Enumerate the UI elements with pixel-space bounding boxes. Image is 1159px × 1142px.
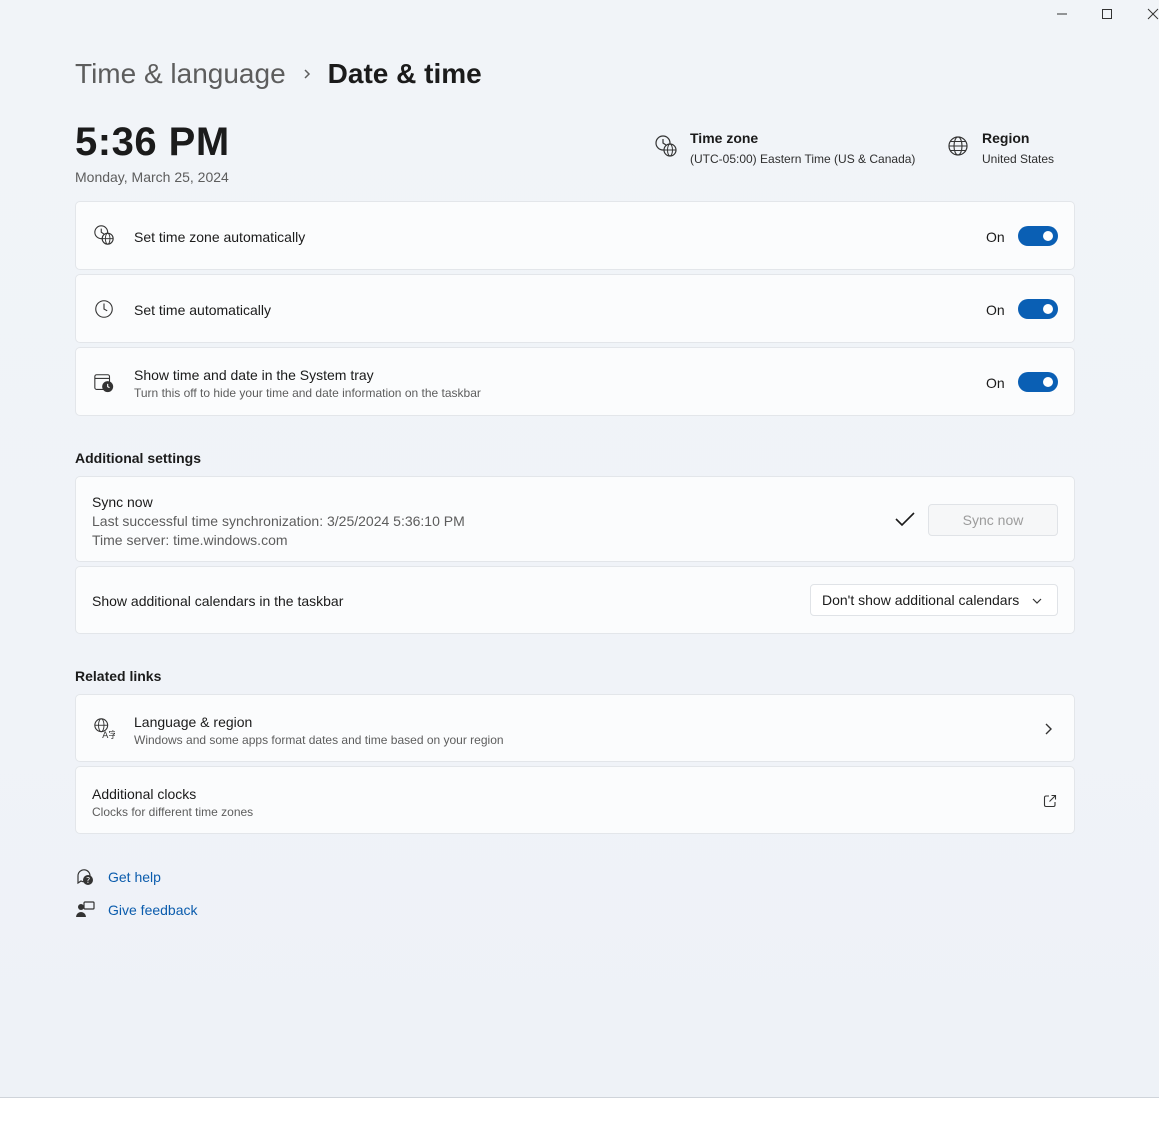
setting-card-time-zone-auto[interactable]: Set time zone automatically On	[75, 201, 1075, 270]
clock-icon	[95, 300, 113, 318]
region-info[interactable]: Region United States	[946, 130, 1054, 166]
toggle-state: On	[986, 229, 1005, 245]
maximize-button[interactable]	[1084, 0, 1130, 28]
breadcrumb: Time & language Date & time	[75, 54, 482, 94]
related-link-sublabel: Clocks for different time zones	[92, 805, 254, 819]
related-links-heading: Related links	[75, 668, 162, 684]
sync-label: Sync now	[92, 494, 153, 510]
language-icon: A字	[94, 718, 115, 739]
feedback-icon	[76, 901, 95, 917]
time-server-text: Time server: time.windows.com	[92, 532, 288, 548]
give-feedback-text: Give feedback	[108, 902, 198, 918]
chevron-right-icon	[1045, 723, 1052, 735]
external-link-icon	[1043, 794, 1057, 808]
toggle-state: On	[986, 375, 1005, 391]
region-title: Region	[982, 130, 1030, 146]
time-zone-info[interactable]: Time zone (UTC-05:00) Eastern Time (US &…	[654, 130, 915, 166]
sync-now-button[interactable]: Sync now	[928, 504, 1058, 536]
give-feedback-link[interactable]: Give feedback	[75, 900, 198, 920]
minimize-icon	[1057, 13, 1067, 15]
get-help-link[interactable]: ? Get help	[75, 867, 161, 887]
svg-text:A字: A字	[102, 729, 115, 739]
maximize-icon	[1102, 9, 1112, 19]
calendar-clock-icon	[94, 374, 114, 393]
additional-calendars-card: Show additional calendars in the taskbar…	[75, 566, 1075, 634]
calendars-selected: Don't show additional calendars	[822, 592, 1020, 608]
clock-globe-icon	[655, 135, 677, 157]
setting-label: Set time zone automatically	[134, 229, 306, 245]
setting-card-time-auto[interactable]: Set time automatically On	[75, 274, 1075, 343]
time-zone-auto-toggle[interactable]	[1018, 226, 1058, 246]
checkmark-icon	[895, 512, 915, 527]
setting-sublabel: Turn this off to hide your time and date…	[134, 386, 481, 400]
time-auto-toggle[interactable]	[1018, 299, 1058, 319]
time-zone-title: Time zone	[690, 130, 759, 146]
region-value: United States	[982, 152, 1055, 166]
settings-window: Time & language Date & time 5:36 PM Mond…	[0, 0, 1159, 1098]
additional-clocks-link[interactable]: Additional clocks Clocks for different t…	[75, 766, 1075, 834]
current-time: 5:36 PM	[75, 120, 230, 164]
setting-card-system-tray[interactable]: Show time and date in the System tray Tu…	[75, 347, 1075, 416]
toggle-state: On	[986, 302, 1005, 318]
breadcrumb-parent[interactable]: Time & language	[75, 58, 286, 90]
close-button[interactable]	[1130, 0, 1159, 28]
last-sync-text: Last successful time synchronization: 3/…	[92, 513, 465, 529]
sync-now-card: Sync now Last successful time synchroniz…	[75, 476, 1075, 562]
help-icon: ?	[77, 869, 93, 885]
calendars-dropdown[interactable]: Don't show additional calendars	[810, 584, 1058, 616]
chevron-right-icon	[302, 67, 312, 81]
close-icon	[1147, 8, 1159, 20]
setting-label: Show time and date in the System tray	[134, 367, 374, 383]
additional-settings-heading: Additional settings	[75, 450, 201, 466]
current-date: Monday, March 25, 2024	[75, 169, 229, 185]
page-title: Date & time	[327, 58, 482, 89]
related-link-label: Language & region	[134, 714, 253, 730]
chevron-down-icon	[1032, 598, 1042, 604]
time-zone-value: (UTC-05:00) Eastern Time (US & Canada)	[690, 152, 916, 166]
calendars-label: Show additional calendars in the taskbar	[92, 593, 344, 609]
setting-label: Set time automatically	[134, 302, 271, 318]
globe-icon	[948, 136, 968, 156]
get-help-text: Get help	[108, 869, 161, 885]
clock-globe-icon	[94, 225, 114, 245]
system-tray-toggle[interactable]	[1018, 372, 1058, 392]
svg-text:?: ?	[86, 876, 90, 885]
language-region-link[interactable]: A字 Language & region Windows and some ap…	[75, 694, 1075, 762]
related-link-sublabel: Windows and some apps format dates and t…	[134, 733, 504, 747]
related-link-label: Additional clocks	[92, 786, 197, 802]
minimize-button[interactable]	[1039, 0, 1085, 28]
